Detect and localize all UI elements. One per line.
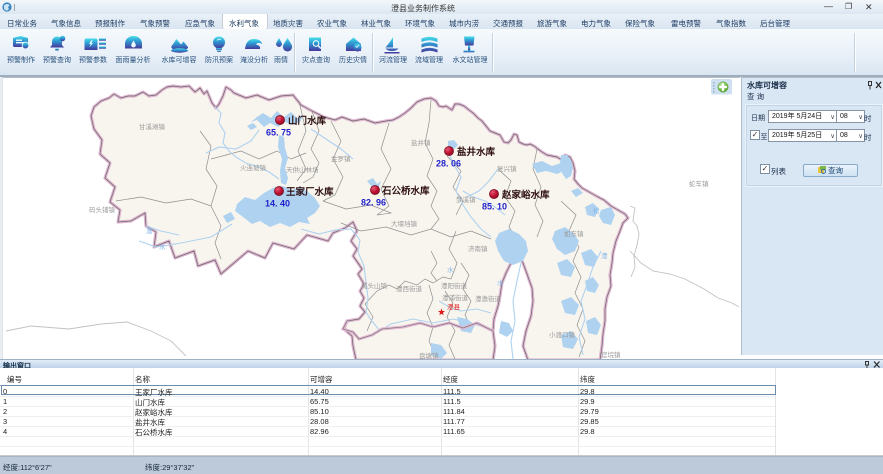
svg-text:金罗镇: 金罗镇 — [331, 154, 351, 163]
svg-text:济南镇: 济南镇 — [468, 244, 488, 253]
svg-text:28. 06: 28. 06 — [436, 159, 461, 169]
svg-text:石公桥水库: 石公桥水库 — [381, 185, 430, 197]
svg-text:澧浦街道: 澧浦街道 — [442, 293, 469, 302]
svg-text:澧: 澧 — [601, 251, 608, 260]
svg-text:水: 水 — [159, 242, 166, 251]
svg-text:甘溪滩镇: 甘溪滩镇 — [139, 122, 166, 131]
svg-text:水: 水 — [497, 278, 504, 287]
svg-text:王家厂水库: 王家厂水库 — [286, 186, 334, 198]
svg-text:大堰垱镇: 大堰垱镇 — [391, 219, 418, 228]
svg-text:82. 96: 82. 96 — [361, 198, 386, 208]
svg-text:盐井镇: 盐井镇 — [411, 138, 431, 147]
svg-text:城头山镇: 城头山镇 — [361, 281, 388, 290]
svg-text:天供山林场: 天供山林场 — [286, 165, 319, 174]
svg-text:如东镇: 如东镇 — [564, 229, 584, 238]
svg-text:蛇车镇: 蛇车镇 — [689, 179, 709, 188]
svg-text:85. 10: 85. 10 — [482, 202, 507, 212]
svg-text:松: 松 — [593, 206, 600, 215]
svg-text:澧阳街道: 澧阳街道 — [441, 281, 468, 290]
svg-text:澧西街道: 澧西街道 — [396, 284, 423, 293]
svg-text:码头铺镇: 码头铺镇 — [89, 205, 116, 214]
svg-text:14. 40: 14. 40 — [265, 199, 290, 209]
svg-text:澹: 澹 — [146, 226, 153, 235]
svg-text:山门水库: 山门水库 — [288, 115, 327, 127]
svg-text:梦溪镇: 梦溪镇 — [456, 195, 476, 204]
svg-text:澄县: 澄县 — [447, 302, 461, 311]
svg-text:盐井水库: 盐井水库 — [457, 146, 496, 158]
svg-text:澧澹街道: 澧澹街道 — [475, 294, 502, 303]
svg-text:小渡口镇: 小渡口镇 — [549, 330, 576, 339]
svg-text:水: 水 — [447, 265, 454, 274]
svg-text:火连坡镇: 火连坡镇 — [240, 163, 267, 172]
svg-text:赵家峪水库: 赵家峪水库 — [501, 189, 550, 201]
svg-text:官垸镇: 官垸镇 — [601, 350, 621, 359]
svg-text:复兴镇: 复兴镇 — [497, 164, 517, 173]
svg-text:65. 75: 65. 75 — [266, 128, 291, 138]
